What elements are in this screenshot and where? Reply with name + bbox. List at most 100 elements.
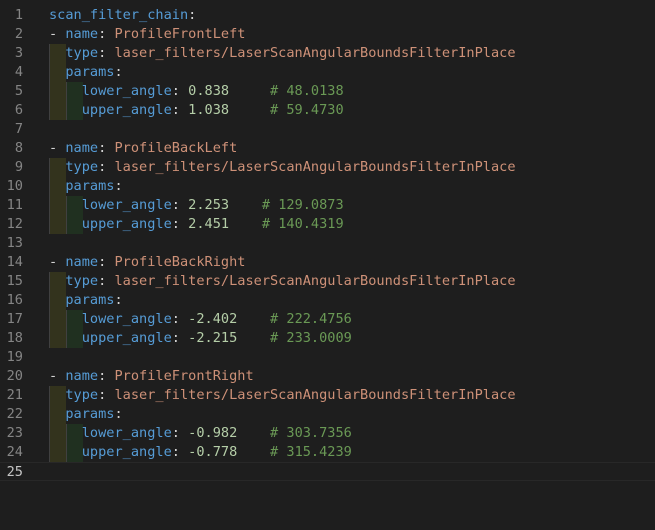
code-line[interactable]: 19 — [0, 348, 655, 367]
line-number: 16 — [6, 292, 23, 308]
code-token: name — [65, 140, 99, 156]
code-line[interactable]: 16 params: — [0, 291, 655, 310]
code-token: lower_angle — [81, 425, 172, 441]
line-number: 11 — [6, 197, 23, 213]
line-number: 19 — [6, 349, 23, 365]
code-token: : — [171, 216, 189, 232]
code-token: : — [171, 425, 189, 441]
code-token: # 303.7356 — [270, 425, 352, 441]
code-token: # 129.0873 — [261, 197, 344, 213]
code-line[interactable]: 15 type: laser_filters/LaserScanAngularB… — [0, 272, 655, 291]
code-token: # 59.4730 — [270, 102, 344, 118]
line-number: 13 — [6, 235, 23, 251]
code-token: upper_angle — [81, 444, 172, 460]
code-line[interactable]: 18 upper_angle: -2.215 # 233.0009 — [0, 329, 655, 348]
code-token: type — [65, 387, 99, 403]
code-line[interactable]: 5 lower_angle: 0.838 # 48.0138 — [0, 82, 655, 101]
code-token: : — [114, 178, 123, 194]
code-token: - — [49, 140, 66, 156]
line-code: - name: ProfileBackRight — [49, 253, 245, 272]
line-number: 1 — [14, 7, 23, 23]
code-token: ProfileBackLeft — [114, 140, 238, 156]
code-token: lower_angle — [81, 83, 172, 99]
code-token: : — [98, 254, 115, 270]
code-token: # 222.4756 — [270, 311, 352, 327]
code-line[interactable]: 17 lower_angle: -2.402 # 222.4756 — [0, 310, 655, 329]
code-token: 2.451 — [188, 216, 230, 232]
code-token: : — [171, 83, 189, 99]
code-token: : — [171, 102, 189, 118]
code-token: : — [188, 7, 197, 23]
code-token: laser_filters/LaserScanAngularBoundsFilt… — [114, 387, 516, 403]
code-token: : — [98, 159, 115, 175]
line-number: 9 — [14, 159, 23, 175]
line-number: 25 — [6, 464, 23, 480]
line-number: 6 — [14, 102, 23, 118]
line-code: scan_filter_chain: — [49, 6, 196, 25]
line-code: upper_angle: -0.778 # 315.4239 — [49, 443, 352, 462]
code-token: name — [65, 368, 99, 384]
line-code: type: laser_filters/LaserScanAngularBoun… — [49, 44, 516, 63]
code-token: : — [98, 45, 115, 61]
code-token: params — [65, 292, 115, 308]
line-code: upper_angle: 1.038 # 59.4730 — [49, 101, 344, 120]
code-token: # 140.4319 — [261, 216, 344, 232]
line-number: 10 — [6, 178, 23, 194]
code-token: laser_filters/LaserScanAngularBoundsFilt… — [114, 159, 516, 175]
code-token: # 48.0138 — [270, 83, 344, 99]
line-code: - name: ProfileFrontLeft — [49, 25, 245, 44]
code-token: : — [171, 444, 189, 460]
code-line[interactable]: 11 lower_angle: 2.253 # 129.0873 — [0, 196, 655, 215]
code-token: params — [65, 64, 115, 80]
line-number: 14 — [6, 254, 23, 270]
code-line[interactable]: 7 — [0, 120, 655, 139]
code-token: : — [114, 292, 123, 308]
code-token: params — [65, 406, 115, 422]
line-number: 21 — [6, 387, 23, 403]
code-line[interactable]: 1 scan_filter_chain: — [0, 6, 655, 25]
code-line[interactable]: 14 - name: ProfileBackRight — [0, 253, 655, 272]
line-number: 22 — [6, 406, 23, 422]
code-line[interactable]: 13 — [0, 234, 655, 253]
line-number: 2 — [14, 26, 23, 42]
code-line[interactable]: 6 upper_angle: 1.038 # 59.4730 — [0, 101, 655, 120]
code-line[interactable]: 12 upper_angle: 2.451 # 140.4319 — [0, 215, 655, 234]
code-token: lower_angle — [81, 311, 172, 327]
code-line[interactable]: 21 type: laser_filters/LaserScanAngularB… — [0, 386, 655, 405]
code-line[interactable]: 24 upper_angle: -0.778 # 315.4239 — [0, 443, 655, 462]
code-token: : — [114, 64, 123, 80]
code-token: laser_filters/LaserScanAngularBoundsFilt… — [114, 45, 516, 61]
line-number: 3 — [14, 45, 23, 61]
code-line[interactable]: 2 - name: ProfileFrontLeft — [0, 25, 655, 44]
code-line[interactable]: 9 type: laser_filters/LaserScanAngularBo… — [0, 158, 655, 177]
code-line[interactable]: 3 type: laser_filters/LaserScanAngularBo… — [0, 44, 655, 63]
code-token: type — [65, 45, 99, 61]
code-line[interactable]: 23 lower_angle: -0.982 # 303.7356 — [0, 424, 655, 443]
code-token: upper_angle — [81, 330, 172, 346]
code-token: : — [171, 311, 189, 327]
code-line[interactable]: 22 params: — [0, 405, 655, 424]
code-token: : — [98, 26, 115, 42]
code-token: params — [65, 178, 115, 194]
line-number: 17 — [6, 311, 23, 327]
code-token: -2.215 — [188, 330, 238, 346]
code-line[interactable]: 8 - name: ProfileBackLeft — [0, 139, 655, 158]
code-line[interactable]: 4 params: — [0, 63, 655, 82]
code-line[interactable]: 20 - name: ProfileFrontRight — [0, 367, 655, 386]
code-token: 1.038 — [188, 102, 230, 118]
code-editor[interactable]: 1 scan_filter_chain: 2 - name: ProfileFront… — [0, 0, 655, 530]
code-line[interactable]: 10 params: — [0, 177, 655, 196]
code-token: : — [98, 273, 115, 289]
code-token: type — [65, 273, 99, 289]
line-code: params: — [49, 405, 122, 424]
code-line[interactable]: 25 — [0, 462, 655, 481]
code-token: 0.838 — [188, 83, 230, 99]
line-number: 24 — [6, 444, 23, 460]
